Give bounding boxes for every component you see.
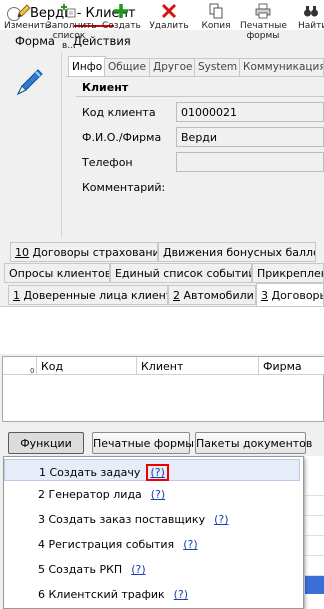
copy-icon bbox=[209, 3, 223, 19]
print-forms-bottom-button[interactable]: Печатные формы bbox=[92, 432, 194, 454]
menu-item-client-traffic[interactable]: 6 Клиентский трафик (?) bbox=[4, 584, 300, 606]
background-row bbox=[305, 556, 324, 576]
column-client[interactable]: Клиент bbox=[141, 360, 183, 373]
grid-row-counter: 0 bbox=[30, 367, 35, 375]
help-link-event-registration[interactable]: (?) bbox=[183, 538, 197, 551]
help-link-client-traffic[interactable]: (?) bbox=[174, 588, 188, 601]
column-firm[interactable]: Фирма bbox=[263, 360, 302, 373]
client-code-label: Код клиента bbox=[82, 106, 156, 119]
help-link-create-task[interactable]: (?) bbox=[146, 464, 169, 481]
grid-divider bbox=[136, 357, 137, 375]
menu-item-lead-generator[interactable]: 2 Генератор лида (?) bbox=[4, 484, 300, 506]
tab-other[interactable]: Другое bbox=[149, 58, 197, 76]
tab-system[interactable]: System bbox=[194, 58, 242, 76]
background-row bbox=[305, 536, 324, 556]
background-row bbox=[305, 516, 324, 536]
tab-event-list[interactable]: Единый список событий bbox=[110, 263, 252, 283]
column-code[interactable]: Код bbox=[41, 360, 63, 373]
phone-field[interactable] bbox=[176, 152, 324, 172]
client-section-title: Клиент bbox=[82, 81, 129, 94]
print-forms-button[interactable]: Печатные формы bbox=[240, 3, 287, 47]
binoculars-icon bbox=[304, 6, 318, 17]
tab-bonus-movements[interactable]: Движения бонусных баллов bbox=[158, 242, 316, 262]
tab-contracts[interactable]: 3 Договоры bbox=[256, 283, 324, 307]
fill-list-button[interactable]: Заполнить список в... bbox=[46, 3, 97, 51]
pen-icon bbox=[16, 69, 43, 96]
tab-general[interactable]: Общие bbox=[104, 58, 150, 76]
create-button[interactable]: Создать bbox=[102, 3, 141, 47]
comment-label: Комментарий: bbox=[82, 181, 166, 194]
tab-client-surveys[interactable]: Опросы клиентов bbox=[4, 263, 110, 283]
pencil-icon bbox=[17, 4, 31, 18]
toolbar bbox=[0, 306, 324, 354]
menu-item-event-registration[interactable]: 4 Регистрация события (?) bbox=[4, 534, 300, 556]
client-code-field[interactable]: 01000021 bbox=[176, 102, 324, 122]
help-link-create-rkp[interactable]: (?) bbox=[131, 563, 145, 576]
help-link-lead-generator[interactable]: (?) bbox=[151, 488, 165, 501]
section-divider bbox=[76, 96, 324, 97]
background-row bbox=[305, 476, 324, 496]
menu-item-supplier-order[interactable]: 3 Создать заказ поставщику (?) bbox=[4, 509, 300, 531]
menu-item-create-rkp[interactable]: 5 Создать РКП (?) bbox=[4, 559, 300, 581]
grid-divider bbox=[258, 357, 259, 375]
tab-cars[interactable]: 2 Автомобили bbox=[168, 285, 256, 305]
document-packages-button[interactable]: Пакеты документов bbox=[195, 432, 312, 454]
edit-button[interactable]: Изменить bbox=[4, 3, 50, 47]
help-link-supplier-order[interactable]: (?) bbox=[214, 513, 228, 526]
plus-icon bbox=[114, 4, 128, 18]
grid-divider bbox=[36, 357, 37, 375]
background-row bbox=[305, 496, 324, 516]
find-button[interactable]: Найти bbox=[298, 3, 324, 47]
background-selected-row bbox=[305, 576, 324, 594]
functions-button[interactable]: Функции bbox=[8, 432, 84, 454]
tab-communication[interactable]: Коммуникация bbox=[239, 58, 324, 76]
tab-info[interactable]: Инфо bbox=[68, 56, 107, 76]
tab-attached[interactable]: Прикрепленн bbox=[252, 263, 324, 283]
phone-label: Телефон bbox=[82, 156, 133, 169]
menu-item-create-task[interactable]: 1 Создать задачу (?) bbox=[4, 459, 300, 481]
tab-insurance-contracts[interactable]: 10 Договоры страхования bbox=[10, 242, 158, 262]
copy-button[interactable]: Копия bbox=[198, 3, 234, 47]
fill-list-icon bbox=[61, 4, 76, 18]
client-name-label: Ф.И.О./Фирма bbox=[82, 131, 162, 144]
tab-trusted-persons[interactable]: 1 Доверенные лица клиентов bbox=[8, 285, 168, 305]
print-icon bbox=[255, 3, 271, 19]
delete-button[interactable]: Удалить bbox=[148, 3, 190, 47]
delete-x-icon bbox=[161, 3, 177, 19]
client-name-field[interactable]: Верди bbox=[176, 127, 324, 147]
